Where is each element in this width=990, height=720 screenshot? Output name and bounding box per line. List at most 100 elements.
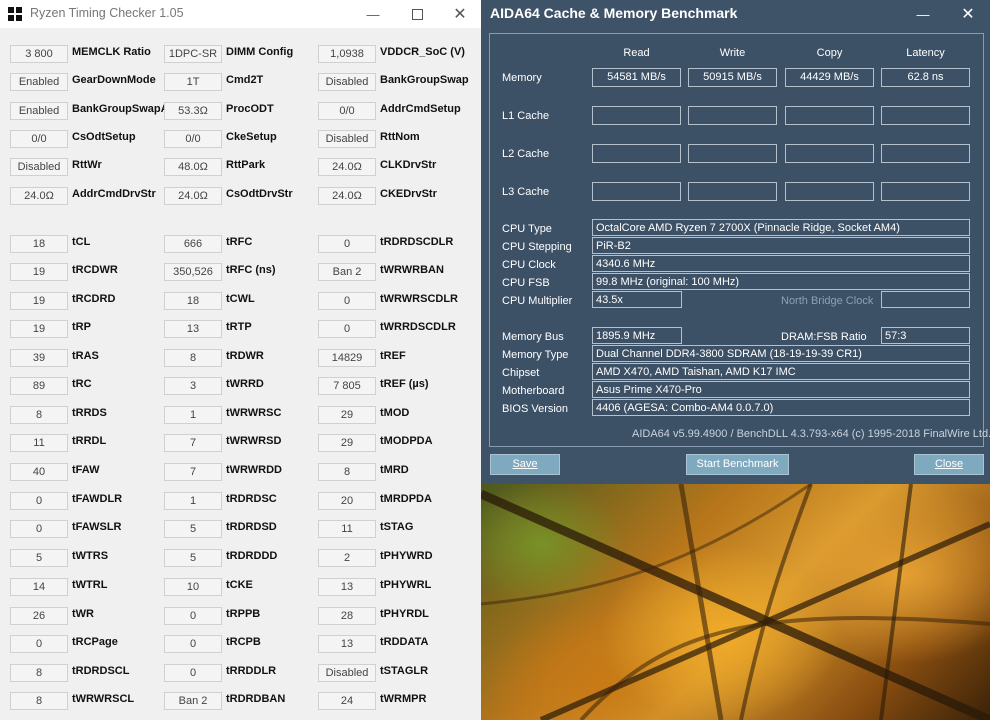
app-icon [8, 7, 22, 21]
timing-value-box: Enabled [10, 73, 68, 91]
timing-label: tRCPage [72, 636, 118, 648]
aida-close-window-button[interactable]: ✕ [946, 0, 990, 28]
timing-label: tWRRDSCDLR [380, 321, 456, 333]
timing-value-box: 666 [164, 235, 222, 253]
timing-value-box: Disabled [10, 158, 68, 176]
bench-result-write [688, 144, 777, 163]
timing-label: tRFC (ns) [226, 264, 276, 276]
cpu-multiplier-value: 43.5x [592, 291, 682, 308]
timing-label: tRCDRD [72, 293, 116, 305]
close-window-button[interactable]: ✕ [438, 0, 481, 28]
minimize-button[interactable]: — [351, 0, 395, 28]
north-bridge-clock-value [881, 291, 970, 308]
timing-label: MEMCLK Ratio [72, 46, 151, 58]
timing-label: tRRDS [72, 407, 107, 419]
timing-label: CsOdtSetup [72, 131, 136, 143]
timing-label: AddrCmdSetup [380, 103, 461, 115]
timing-label: RttWr [72, 159, 102, 171]
timing-value-box: 1,0938 [318, 45, 376, 63]
timing-value-box: 1DPC-SR [164, 45, 222, 63]
close-button[interactable]: Close [914, 454, 984, 475]
timing-label: CsOdtDrvStr [226, 188, 293, 200]
cpu-stepping-label: CPU Stepping [502, 241, 572, 253]
timing-value-box: 19 [10, 292, 68, 310]
timing-label: CkeSetup [226, 131, 277, 143]
timing-value-box: 10 [164, 578, 222, 596]
cpu-stepping-value: PiR-B2 [592, 237, 970, 254]
timing-value-box: 13 [318, 635, 376, 653]
timing-label: tWRWRDD [226, 464, 283, 476]
timing-label: ProcODT [226, 103, 274, 115]
bench-result-read [592, 182, 681, 201]
timing-label: tWRWRBAN [380, 264, 444, 276]
timing-value-box: 48.0Ω [164, 158, 222, 176]
timing-label: tCL [72, 236, 91, 248]
timing-value-box: 19 [10, 320, 68, 338]
timing-value-box: 0 [318, 235, 376, 253]
timing-value-box: 0 [10, 520, 68, 538]
timing-value-box: 14829 [318, 349, 376, 367]
timing-label: tWTRL [72, 579, 108, 591]
timing-value-box: 40 [10, 463, 68, 481]
start-benchmark-button[interactable]: Start Benchmark [686, 454, 789, 475]
timing-label: tRDDATA [380, 636, 429, 648]
bench-result-write [688, 106, 777, 125]
timing-value-box: 7 [164, 434, 222, 452]
leaf-veins-image [481, 484, 990, 720]
north-bridge-clock-label: North Bridge Clock [781, 295, 874, 307]
timing-value-box: 39 [10, 349, 68, 367]
timing-label: tMRDPDA [380, 493, 432, 505]
timing-label: tRAS [72, 350, 99, 362]
title-bar: Ryzen Timing Checker 1.05 — ✕ [0, 0, 481, 28]
aida-minimize-button[interactable]: — [901, 0, 945, 28]
cpu-fsb-value: 99.8 MHz (original: 100 MHz) [592, 273, 970, 290]
timing-value-box: 0/0 [164, 130, 222, 148]
chipset-value: AMD X470, AMD Taishan, AMD K17 IMC [592, 363, 970, 380]
bench-row-label: Memory [502, 72, 542, 84]
timing-value-box: 0/0 [10, 130, 68, 148]
timing-label: tFAWSLR [72, 521, 122, 533]
timing-value-box: 0 [164, 635, 222, 653]
bench-result-latency [881, 106, 970, 125]
start-benchmark-label: Start Benchmark [696, 458, 779, 470]
timing-value-box: 19 [10, 263, 68, 281]
timing-value-box: 0 [164, 664, 222, 682]
bios-version-value: 4406 (AGESA: Combo-AM4 0.0.7.0) [592, 399, 970, 416]
bench-result-read: 54581 MB/s [592, 68, 681, 87]
timing-value-box: 11 [318, 520, 376, 538]
minimize-icon: — [366, 6, 380, 22]
timing-value-box: 8 [10, 692, 68, 710]
timing-value-box: 29 [318, 406, 376, 424]
timing-label: tRDRDBAN [226, 693, 286, 705]
timing-label: tRRDDLR [226, 665, 277, 677]
chipset-label: Chipset [502, 367, 540, 379]
timing-label: tPHYWRD [380, 550, 433, 562]
timing-value-box: 1T [164, 73, 222, 91]
bench-result-copy: 44429 MB/s [785, 68, 874, 87]
timing-label: RttPark [226, 159, 266, 171]
timing-label: tRC [72, 378, 92, 390]
timing-value-box: 8 [10, 406, 68, 424]
timing-label: tREF (µs) [380, 378, 429, 390]
timing-label: tPHYWRL [380, 579, 432, 591]
timing-value-box: 89 [10, 377, 68, 395]
timing-label: BankGroupSwap [380, 74, 469, 86]
timing-label: tRCDWR [72, 264, 118, 276]
col-header-copy: Copy [816, 47, 843, 59]
bench-result-latency: 62.8 ns [881, 68, 970, 87]
timing-value-box: 5 [164, 520, 222, 538]
save-button[interactable]: Save [490, 454, 560, 475]
bench-result-copy [785, 144, 874, 163]
timing-label: tWR [72, 608, 94, 620]
timing-label: tRP [72, 321, 91, 333]
maximize-button[interactable] [395, 0, 439, 28]
timing-value-box: 7 [164, 463, 222, 481]
timing-value-box: 24.0Ω [318, 187, 376, 205]
timing-value-box: Disabled [318, 130, 376, 148]
timing-value-box: 18 [10, 235, 68, 253]
bios-version-label: BIOS Version [502, 403, 569, 415]
col-header-write: Write [719, 47, 746, 59]
close-button-label: Close [934, 458, 964, 470]
timing-label: tWRRD [226, 378, 264, 390]
timing-label: tWRWRSD [226, 435, 282, 447]
